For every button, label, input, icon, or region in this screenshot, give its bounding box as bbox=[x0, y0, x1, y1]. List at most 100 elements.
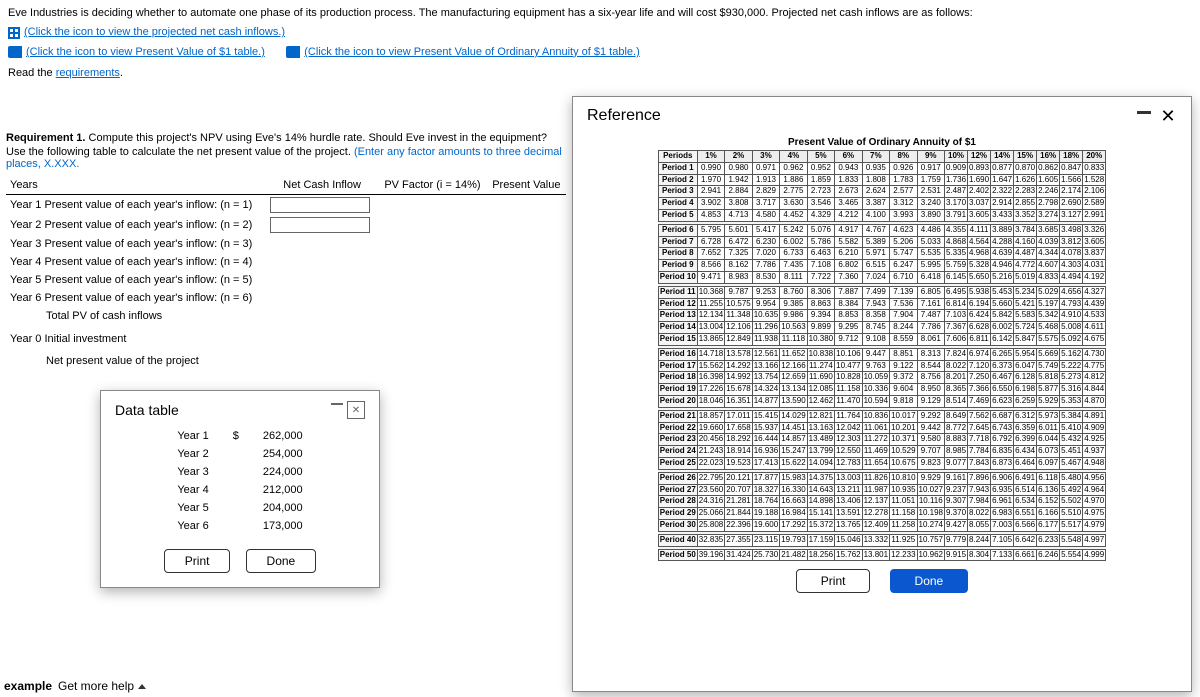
pv-cell: 5.954 bbox=[1014, 348, 1037, 360]
close-icon[interactable] bbox=[347, 401, 365, 419]
pv-cell: 10.935 bbox=[890, 484, 917, 496]
pv-cell: 6.097 bbox=[1037, 457, 1060, 469]
pv-cell: 4.833 bbox=[1037, 271, 1060, 283]
done-button[interactable]: Done bbox=[246, 549, 317, 573]
pv-cell: 4.288 bbox=[991, 236, 1014, 248]
minimize-icon[interactable] bbox=[331, 403, 343, 405]
pv-cell: Period 4 bbox=[658, 198, 697, 210]
pv-cell: Period 18 bbox=[658, 372, 697, 384]
pv-cell: 18.046 bbox=[697, 395, 724, 407]
close-icon[interactable]: ✕ bbox=[1159, 107, 1177, 125]
ref-done-button[interactable]: Done bbox=[890, 569, 969, 593]
pv-cell: 8.883 bbox=[945, 434, 968, 446]
pv-cell: 11.051 bbox=[890, 496, 917, 508]
pv-cell: 4.031 bbox=[1083, 260, 1106, 272]
pv-cell: 4.494 bbox=[1060, 271, 1083, 283]
pv-cell: 4.160 bbox=[1014, 236, 1037, 248]
pv-cell: 5.747 bbox=[890, 248, 917, 260]
pv-cell: 12.550 bbox=[835, 446, 862, 458]
link-pv1[interactable]: (Click the icon to view Present Value of… bbox=[26, 45, 265, 60]
pv-cell: 8.863 bbox=[807, 298, 834, 310]
example-button[interactable]: example bbox=[4, 679, 52, 693]
pv-cell: 6.166 bbox=[1037, 508, 1060, 520]
pv-cell: 17.159 bbox=[807, 534, 834, 546]
pv-cell: 9.394 bbox=[807, 310, 834, 322]
pv-cell: 20.707 bbox=[725, 484, 752, 496]
pv-cell: 6.047 bbox=[1014, 360, 1037, 372]
input-ncf-2[interactable] bbox=[270, 217, 370, 233]
pv-cell: 10.962 bbox=[917, 549, 944, 561]
pv-cell: 4.611 bbox=[1083, 322, 1106, 334]
link-pv-annuity[interactable]: (Click the icon to view Present Value of… bbox=[304, 45, 639, 60]
get-help-link[interactable]: Get more help bbox=[58, 679, 146, 693]
pv-cell: 10.274 bbox=[917, 519, 944, 531]
link-cash-inflows[interactable]: (Click the icon to view the projected ne… bbox=[24, 25, 285, 40]
pv-cell: 1.566 bbox=[1060, 174, 1083, 186]
pv-cell: Period 15 bbox=[658, 333, 697, 345]
pv-cell: 7.250 bbox=[968, 372, 991, 384]
pv-cell: 3.352 bbox=[1014, 209, 1037, 221]
pv-cell: 6.710 bbox=[890, 271, 917, 283]
pv-cell: 3.837 bbox=[1083, 248, 1106, 260]
pv-cell: Period 21 bbox=[658, 410, 697, 422]
pv-cell: 1.759 bbox=[917, 174, 944, 186]
pv-cell: 5.389 bbox=[862, 236, 889, 248]
pv-cell: 6.128 bbox=[1014, 372, 1037, 384]
pv-cell: 9.787 bbox=[725, 286, 752, 298]
pv-cell: 5.510 bbox=[1060, 508, 1083, 520]
pv-cell: 4.946 bbox=[991, 260, 1014, 272]
pv-table-title: Present Value of Ordinary Annuity of $1 bbox=[591, 137, 1173, 148]
pv-cell: 12.783 bbox=[835, 457, 862, 469]
pv-cell: 6.198 bbox=[1014, 384, 1037, 396]
ref-print-button[interactable]: Print bbox=[796, 569, 871, 593]
pv-cell: 2.322 bbox=[991, 186, 1014, 198]
pv-cell: 15.046 bbox=[835, 534, 862, 546]
print-button[interactable]: Print bbox=[164, 549, 231, 573]
pv-cell: 8.022 bbox=[968, 508, 991, 520]
pv-cell: 27.355 bbox=[725, 534, 752, 546]
pv-cell: 12.303 bbox=[835, 434, 862, 446]
pv-cell: 9.161 bbox=[945, 472, 968, 484]
pv-cell: 7.003 bbox=[991, 519, 1014, 531]
pv-cell: 13.211 bbox=[835, 484, 862, 496]
pv-cell: 3.685 bbox=[1037, 224, 1060, 236]
pv-cell: 6.814 bbox=[945, 298, 968, 310]
pv-cell: Period 22 bbox=[658, 422, 697, 434]
pv-cell: 15.622 bbox=[780, 457, 807, 469]
pv-cell: 7.784 bbox=[968, 446, 991, 458]
pv-cell: Period 10 bbox=[658, 271, 697, 283]
pv-cell: 4.968 bbox=[968, 248, 991, 260]
pv-cell: 0.847 bbox=[1060, 162, 1083, 174]
pv-cell: 5.660 bbox=[991, 298, 1014, 310]
pv-cell: 5.019 bbox=[1014, 271, 1037, 283]
pv-cell: 5.076 bbox=[807, 224, 834, 236]
dt-amt: 212,000 bbox=[251, 481, 315, 499]
pv-cell: 9.292 bbox=[917, 410, 944, 422]
minimize-icon[interactable] bbox=[1137, 111, 1151, 114]
pv-cell: Period 14 bbox=[658, 322, 697, 334]
input-ncf-1[interactable] bbox=[270, 197, 370, 213]
pv-cell: 8.055 bbox=[968, 519, 991, 531]
pv-cell: 6.011 bbox=[1037, 422, 1060, 434]
pv-cell: 6.424 bbox=[968, 310, 991, 322]
pv-cell: Period 13 bbox=[658, 310, 697, 322]
pv-cell: 6.152 bbox=[1037, 496, 1060, 508]
pv-cell: 6.230 bbox=[752, 236, 779, 248]
pv-cell: 4.564 bbox=[968, 236, 991, 248]
pv-cell: 12.233 bbox=[890, 549, 917, 561]
pv-col-header: 6% bbox=[835, 151, 862, 163]
pv-cell: 5.216 bbox=[991, 271, 1014, 283]
pv-cell: 14.898 bbox=[807, 496, 834, 508]
pv-cell: 5.092 bbox=[1060, 333, 1083, 345]
pv-cell: 4.925 bbox=[1083, 434, 1106, 446]
req1-text: Compute this project's NPV using Eve's 1… bbox=[85, 132, 547, 144]
pv-cell: 9.929 bbox=[917, 472, 944, 484]
pv-cell: 4.937 bbox=[1083, 446, 1106, 458]
requirements-link[interactable]: requirements bbox=[56, 67, 120, 79]
pv-cell: 18.914 bbox=[725, 446, 752, 458]
pv-cell: Period 40 bbox=[658, 534, 697, 546]
pv-cell: 5.033 bbox=[917, 236, 944, 248]
pv-cell: 8.559 bbox=[890, 333, 917, 345]
pv-cell: 7.120 bbox=[968, 360, 991, 372]
reference-title: Reference bbox=[587, 107, 661, 125]
